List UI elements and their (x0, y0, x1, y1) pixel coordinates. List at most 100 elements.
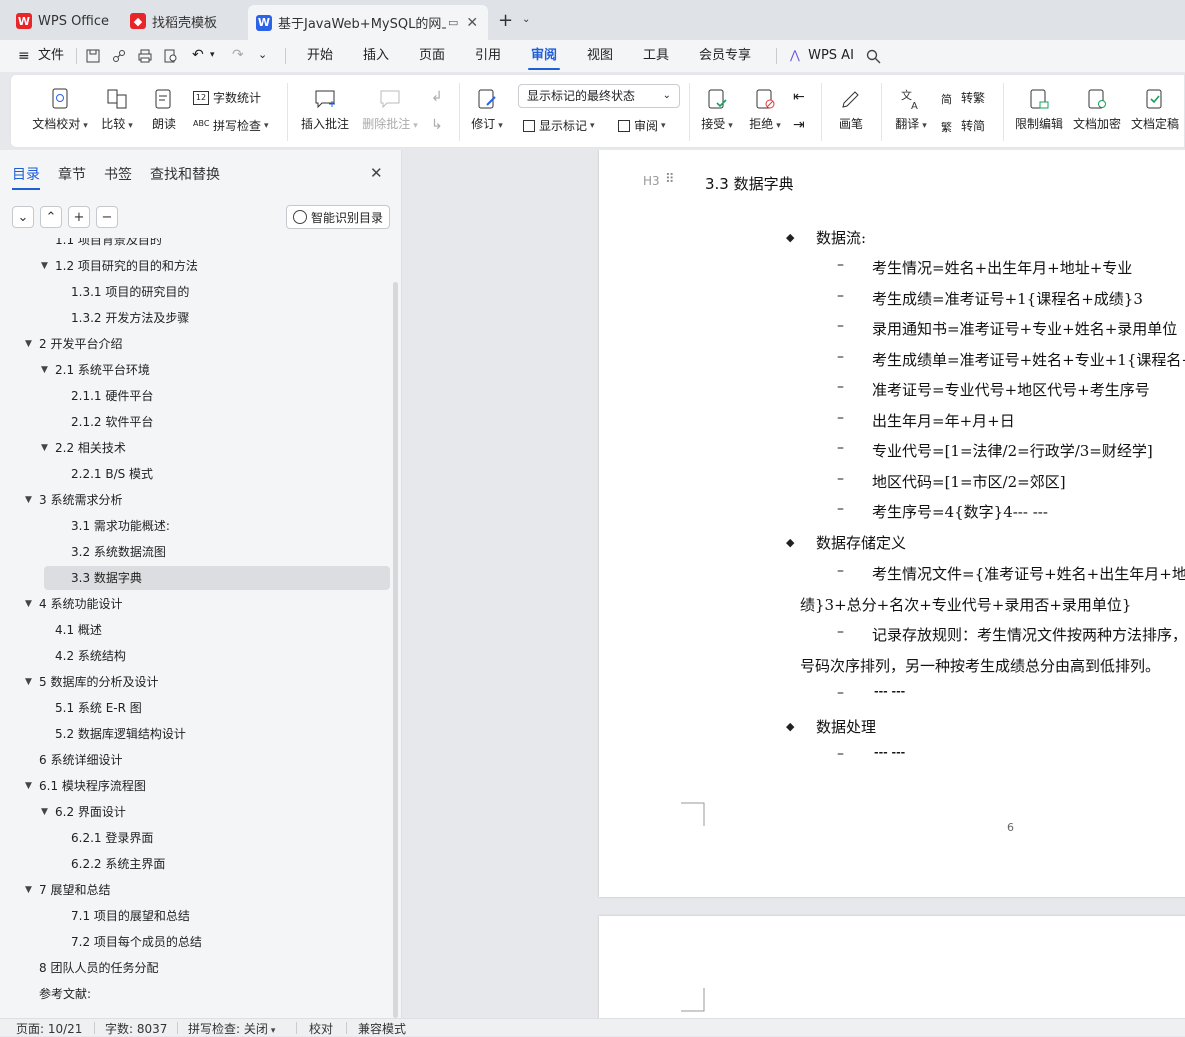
expand-arrow-icon[interactable]: ▼ (41, 800, 48, 824)
accept-button[interactable]: 接受 ▾ (697, 87, 737, 132)
collapse-down-button[interactable]: ⌄ (12, 206, 34, 228)
drag-handle-icon[interactable]: ⠿ (665, 172, 675, 187)
menu-member[interactable]: 会员专享 (692, 40, 758, 72)
word-count-button[interactable]: 12 字数统计 (193, 89, 261, 106)
toc-item[interactable]: 5.1 系统 E-R 图 (0, 696, 392, 720)
toc-item[interactable]: 4.2 系统结构 (0, 644, 392, 668)
proofread-status[interactable]: 校对 (309, 1020, 333, 1037)
undo-dropdown-icon[interactable]: ▾ (210, 50, 215, 60)
show-markup-button[interactable]: 显示标记 ▾ (523, 117, 595, 134)
close-icon[interactable]: ✕ (466, 15, 478, 31)
restrict-edit-button[interactable]: 限制编辑 (1013, 87, 1065, 132)
toc-item[interactable]: ▼ 6.2 界面设计 (0, 800, 392, 824)
toc-item[interactable]: ▼ 7 展望和总结 (0, 878, 392, 902)
expand-arrow-icon[interactable]: ▼ (25, 332, 32, 356)
toc-item[interactable]: ▼ 3 系统需求分析 (0, 488, 392, 512)
toc-item[interactable]: ▼ 5 数据库的分析及设计 (0, 670, 392, 694)
toc-item[interactable]: 3.2 系统数据流图 (0, 540, 392, 564)
menu-page[interactable]: 页面 (412, 40, 452, 72)
delete-comment-button[interactable]: 删除批注 ▾ (359, 87, 421, 132)
menu-start[interactable]: 开始 (300, 40, 340, 72)
toc-item[interactable]: 3.1 需求功能概述: (0, 514, 392, 538)
encrypt-button[interactable]: 文档加密 (1071, 87, 1123, 132)
nav-tab-find-replace[interactable]: 查找和替换 (150, 164, 220, 184)
toc-item[interactable]: ▼ 6.1 模块程序流程图 (0, 774, 392, 798)
toc-item[interactable]: 7.2 项目每个成员的总结 (0, 930, 392, 954)
nav-tab-bookmarks[interactable]: 书签 (104, 164, 132, 184)
toc-item[interactable]: 8 团队人员的任务分配 (0, 956, 392, 980)
toc-item[interactable]: 2.2.1 B/S 模式 (0, 462, 392, 486)
toc-item[interactable]: 1.1 项目背景及目的 (0, 238, 392, 252)
tab-wps-office[interactable]: W WPS Office (8, 6, 120, 36)
markup-state-select[interactable]: 显示标记的最终状态 ⌄ (518, 84, 680, 108)
toc-item[interactable]: 4.1 概述 (0, 618, 392, 642)
hamburger-icon[interactable]: ≡ (18, 48, 30, 64)
toc-item[interactable]: 1.3.2 开发方法及步骤 (0, 306, 392, 330)
toc-item[interactable]: 5.2 数据库逻辑结构设计 (0, 722, 392, 746)
expand-arrow-icon[interactable]: ▼ (41, 254, 48, 278)
toc-item[interactable]: 2.1.2 软件平台 (0, 410, 392, 434)
next-change-icon[interactable]: ⇥ (793, 117, 805, 133)
reject-button[interactable]: 拒绝 ▾ (745, 87, 785, 132)
toc-item[interactable]: 参考文献: (0, 982, 392, 1006)
compare-button[interactable]: 比较 ▾ (95, 87, 139, 132)
toc-item[interactable]: 1.3.1 项目的研究目的 (0, 280, 392, 304)
toc-item[interactable]: 2.1.1 硬件平台 (0, 384, 392, 408)
read-aloud-button[interactable]: 朗读 (147, 87, 181, 132)
toc-item[interactable]: 7.1 项目的展望和总结 (0, 904, 392, 928)
expand-arrow-icon[interactable]: ▼ (41, 436, 48, 460)
insert-comment-button[interactable]: 插入批注 (299, 87, 351, 132)
save-icon[interactable] (86, 49, 100, 63)
menu-tools[interactable]: 工具 (636, 40, 676, 72)
prev-comment-icon[interactable]: ↲ (431, 89, 443, 105)
spell-check-status[interactable]: 拼写检查: 关闭 ▾ (188, 1020, 275, 1037)
review-pane-button[interactable]: 审阅 ▾ (618, 117, 666, 134)
track-changes-button[interactable]: 修订 ▾ (467, 87, 507, 132)
toc-item[interactable]: ▼ 1.2 项目研究的目的和方法 (0, 254, 392, 278)
nav-tab-toc[interactable]: 目录 (12, 164, 40, 190)
close-pane-icon[interactable]: ✕ (370, 164, 383, 182)
more-chevron-icon[interactable]: ⌄ (258, 48, 267, 61)
toc-item[interactable]: 6.2.2 系统主界面 (0, 852, 392, 876)
expand-arrow-icon[interactable]: ▼ (25, 488, 32, 512)
spell-check-button[interactable]: ABC 拼写检查 ▾ (193, 117, 269, 134)
to-traditional-button[interactable]: 简 转繁 (941, 89, 985, 106)
share-icon[interactable] (112, 49, 126, 63)
toc-item[interactable]: 3.3 数据字典 (44, 566, 390, 590)
toc-item[interactable]: 6.2.1 登录界面 (0, 826, 392, 850)
nav-scrollbar[interactable] (393, 282, 398, 1018)
toc-item[interactable]: ▼ 2 开发平台介绍 (0, 332, 392, 356)
smart-toc-button[interactable]: 智能识别目录 (286, 205, 390, 229)
nav-tab-chapters[interactable]: 章节 (58, 164, 86, 184)
to-simplified-button[interactable]: 繁 转简 (941, 117, 985, 134)
doc-check-button[interactable]: 文档校对 ▾ (25, 87, 95, 132)
toc-item[interactable]: ▼ 2.1 系统平台环境 (0, 358, 392, 382)
menu-insert[interactable]: 插入 (356, 40, 396, 72)
next-comment-icon[interactable]: ↳ (431, 117, 443, 133)
page-indicator[interactable]: 页面: 10/21 (16, 1020, 82, 1037)
search-icon[interactable] (866, 49, 881, 64)
undo-icon[interactable]: ↶ (192, 47, 204, 63)
prev-change-icon[interactable]: ⇤ (793, 89, 805, 105)
toc-item[interactable]: ▼ 4 系统功能设计 (0, 592, 392, 616)
translate-button[interactable]: 文A 翻译 ▾ (891, 87, 931, 132)
finalize-button[interactable]: 文档定稿 (1129, 87, 1181, 132)
expand-arrow-icon[interactable]: ▼ (25, 592, 32, 616)
new-tab-plus-icon[interactable]: + (498, 10, 513, 31)
print-icon[interactable] (138, 49, 152, 63)
redo-icon[interactable]: ↷ (232, 47, 244, 63)
tab-list-chevron-icon[interactable]: ⌄ (522, 14, 530, 25)
print-preview-icon[interactable] (164, 49, 178, 63)
expand-arrow-icon[interactable]: ▼ (25, 774, 32, 798)
pen-button[interactable]: 画笔 (833, 87, 869, 132)
menu-references[interactable]: 引用 (468, 40, 508, 72)
word-count-indicator[interactable]: 字数: 8037 (105, 1020, 167, 1037)
toc-item[interactable]: 6 系统详细设计 (0, 748, 392, 772)
tab-document[interactable]: W 基于JavaWeb+MySQL的网上 ▭ ✕ (248, 5, 488, 40)
menu-review[interactable]: 审阅 (524, 40, 564, 72)
expand-arrow-icon[interactable]: ▼ (25, 878, 32, 902)
menu-view[interactable]: 视图 (580, 40, 620, 72)
menu-file[interactable]: 文件 (36, 40, 66, 72)
collapse-up-button[interactable]: ⌃ (40, 206, 62, 228)
toc-item[interactable]: ▼ 2.2 相关技术 (0, 436, 392, 460)
